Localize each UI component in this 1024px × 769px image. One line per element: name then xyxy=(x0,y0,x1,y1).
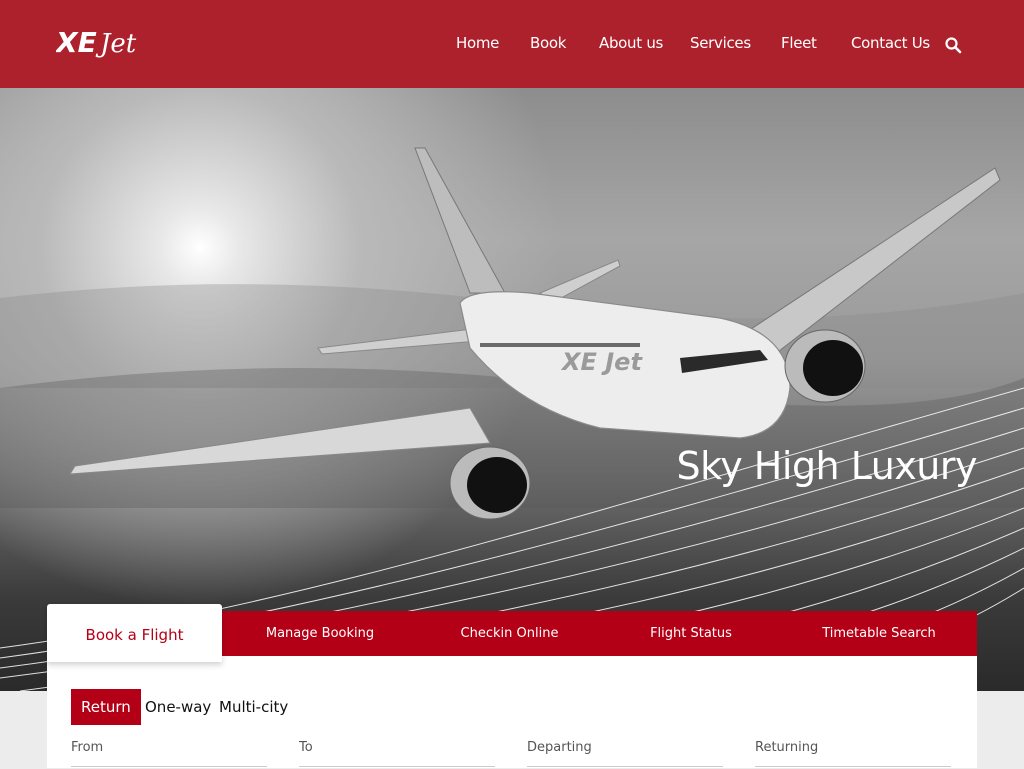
returning-label: Returning xyxy=(755,740,819,755)
xejet-logo[interactable]: XE Jet xyxy=(54,22,146,62)
svg-text:Jet: Jet xyxy=(95,29,137,59)
nav-home[interactable]: Home xyxy=(456,34,499,52)
hero-banner: XE Jet Sky High Luxury xyxy=(0,88,1024,691)
tab-flight-status[interactable]: Flight Status xyxy=(601,611,781,656)
booking-tabs: Manage Booking Checkin Online Flight Sta… xyxy=(222,611,977,656)
tab-checkin-online[interactable]: Checkin Online xyxy=(418,611,601,656)
nav-book[interactable]: Book xyxy=(530,34,566,52)
tab-book-a-flight[interactable]: Book a Flight xyxy=(47,604,222,662)
nav-services[interactable]: Services xyxy=(690,34,751,52)
search-icon[interactable] xyxy=(944,36,962,54)
departing-label: Departing xyxy=(527,740,592,755)
nav-fleet[interactable]: Fleet xyxy=(781,34,817,52)
hero-tagline: Sky High Luxury xyxy=(676,444,977,488)
aircraft-livery-text: XE Jet xyxy=(560,348,643,376)
hero-airplane-image: XE Jet xyxy=(0,147,1024,691)
tab-manage-booking[interactable]: Manage Booking xyxy=(222,611,418,656)
trip-type-multi-city[interactable]: Multi-city xyxy=(209,689,298,725)
nav-about-us[interactable]: About us xyxy=(599,34,663,52)
trip-type-return[interactable]: Return xyxy=(71,689,141,725)
svg-text:XE: XE xyxy=(56,26,97,59)
tab-timetable-search[interactable]: Timetable Search xyxy=(781,611,977,656)
nav-contact-us[interactable]: Contact Us xyxy=(851,34,930,52)
to-label: To xyxy=(299,740,313,755)
from-label: From xyxy=(71,740,104,755)
header-bar: XE Jet Home Book About us Services Fleet… xyxy=(0,0,1024,88)
booking-panel: Return One-way Multi-city From To Depart… xyxy=(47,656,977,769)
